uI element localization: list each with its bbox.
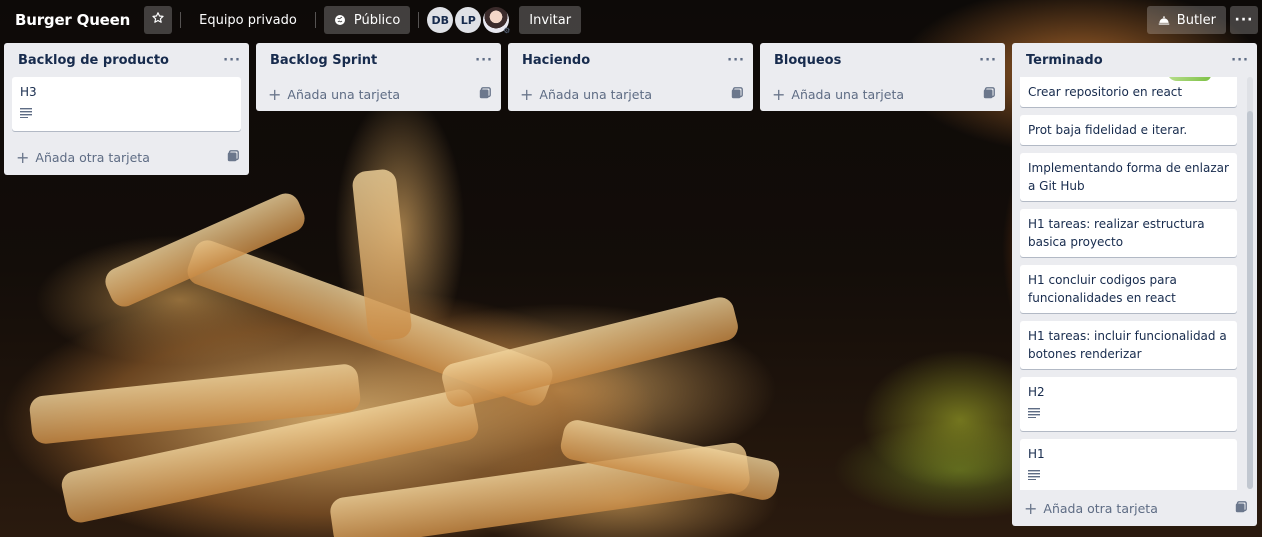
avatar[interactable]: ⚙ — [483, 7, 511, 35]
card[interactable]: H3 — [12, 77, 241, 131]
list-header[interactable]: Backlog Sprint ··· — [256, 43, 501, 77]
more-icon: ··· — [1234, 12, 1254, 28]
header-divider — [314, 12, 316, 28]
list-title[interactable]: Backlog Sprint — [270, 53, 475, 68]
card-template-icon[interactable] — [479, 86, 491, 102]
list-menu-icon[interactable]: ··· — [223, 53, 241, 68]
add-card-button[interactable]: + Añada otra tarjeta — [4, 139, 249, 175]
list-menu-icon[interactable]: ··· — [979, 53, 997, 68]
add-card-label: Añada otra tarjeta — [1043, 500, 1158, 516]
card[interactable]: H1 tareas: realizar estructura basica pr… — [1020, 209, 1237, 257]
card-template-icon[interactable] — [983, 86, 995, 102]
list-header[interactable]: Bloqueos ··· — [760, 43, 1005, 77]
list-header[interactable]: Haciendo ··· — [508, 43, 753, 77]
team-button[interactable]: Equipo privado — [189, 6, 307, 34]
card-title: Implementando forma de enlazar a Git Hub — [1028, 161, 1229, 193]
list-title[interactable]: Terminado — [1026, 53, 1231, 68]
star-icon — [151, 11, 165, 29]
butler-label: Butler — [1176, 12, 1216, 28]
add-card-button[interactable]: + Añada una tarjeta — [256, 77, 501, 111]
list-menu-icon[interactable]: ··· — [727, 53, 745, 68]
card-title: H2 — [1028, 385, 1045, 399]
globe-icon — [334, 14, 346, 26]
star-button[interactable] — [144, 6, 173, 34]
list-title[interactable]: Bloqueos — [774, 53, 979, 68]
card[interactable]: Prot baja fidelidad e iterar. — [1020, 115, 1237, 145]
list-title[interactable]: Haciendo — [522, 53, 727, 68]
list-title[interactable]: Backlog de producto — [18, 53, 223, 68]
header-right: Butler ··· — [1146, 6, 1258, 34]
add-card-button[interactable]: + Añada otra tarjeta — [1012, 490, 1257, 526]
plus-icon: + — [16, 147, 30, 167]
add-card-label: Añada una tarjeta — [539, 86, 653, 102]
add-card-label: Añada otra tarjeta — [35, 149, 150, 165]
card-cover-image — [1167, 77, 1211, 81]
list-cards: Crear repositorio en react Prot baja fid… — [1012, 77, 1245, 490]
avatar[interactable]: LP — [455, 7, 482, 33]
card-template-icon[interactable] — [731, 86, 743, 102]
list-backlog-producto: Backlog de producto ··· H3 + Añada otra … — [4, 43, 249, 175]
list-backlog-sprint: Backlog Sprint ··· + Añada una tarjeta — [256, 43, 501, 111]
avatar[interactable]: DB — [427, 7, 454, 33]
invite-label: Invitar — [529, 12, 572, 28]
description-icon — [1028, 405, 1229, 423]
butler-icon — [1157, 14, 1177, 26]
show-menu-button[interactable]: ··· — [1230, 6, 1258, 34]
card[interactable]: H2 — [1020, 377, 1237, 431]
card-title: H1 concluir codigos para funcionalidades… — [1028, 273, 1177, 305]
card-title: H1 tareas: incluir funcionalidad a boton… — [1028, 329, 1227, 361]
butler-button[interactable]: Butler — [1146, 6, 1226, 34]
card[interactable]: H1 tareas: incluir funcionalidad a boton… — [1020, 321, 1237, 369]
add-card-button[interactable]: + Añada una tarjeta — [508, 77, 753, 111]
card[interactable]: Crear repositorio en react — [1020, 77, 1237, 107]
list-menu-icon[interactable]: ··· — [475, 53, 493, 68]
board-header: Burger Queen Equipo privado Público DB L… — [0, 0, 1262, 40]
plus-icon: + — [772, 84, 786, 104]
card[interactable]: H1 — [1020, 439, 1237, 490]
add-card-button[interactable]: + Añada una tarjeta — [760, 77, 1005, 111]
plus-icon: + — [268, 84, 282, 104]
plus-icon: + — [520, 84, 534, 104]
admin-badge-icon: ⚙ — [503, 26, 511, 35]
card[interactable]: H1 concluir codigos para funcionalidades… — [1020, 265, 1237, 313]
list-terminado: Terminado ··· Crear repositorio en react… — [1012, 43, 1257, 526]
list-cards-scroll[interactable]: Crear repositorio en react Prot baja fid… — [1012, 77, 1257, 490]
board-title[interactable]: Burger Queen — [15, 11, 130, 29]
member-avatars: DB LP ⚙ — [427, 7, 511, 35]
card-title: H3 — [20, 85, 37, 99]
avatar-initials: LP — [460, 13, 476, 27]
card-template-icon[interactable] — [227, 149, 239, 165]
visibility-button[interactable]: Público — [323, 6, 411, 34]
list-bloqueos: Bloqueos ··· + Añada una tarjeta — [760, 43, 1005, 111]
card-title: Crear repositorio en react — [1028, 85, 1183, 99]
card-template-icon[interactable] — [1235, 500, 1247, 516]
card-title: H1 tareas: realizar estructura basica pr… — [1028, 217, 1205, 249]
header-divider — [180, 12, 182, 28]
list-header[interactable]: Terminado ··· — [1012, 43, 1257, 77]
list-haciendo: Haciendo ··· + Añada una tarjeta — [508, 43, 753, 111]
card[interactable]: Implementando forma de enlazar a Git Hub — [1020, 153, 1237, 201]
add-card-label: Añada una tarjeta — [287, 86, 401, 102]
description-icon — [20, 105, 233, 123]
list-header[interactable]: Backlog de producto ··· — [4, 43, 249, 77]
card-title: Prot baja fidelidad e iterar. — [1028, 123, 1188, 137]
team-label: Equipo privado — [199, 12, 297, 28]
list-menu-icon[interactable]: ··· — [1231, 53, 1249, 68]
description-icon — [1028, 467, 1229, 485]
header-divider — [418, 12, 420, 28]
invite-button[interactable]: Invitar — [519, 6, 582, 34]
add-card-label: Añada una tarjeta — [791, 86, 905, 102]
card-title: H1 — [1028, 447, 1045, 461]
avatar-initials: DB — [431, 13, 450, 27]
visibility-label: Público — [353, 12, 401, 28]
plus-icon: + — [1024, 498, 1038, 518]
scrollbar-thumb[interactable] — [1247, 111, 1253, 489]
